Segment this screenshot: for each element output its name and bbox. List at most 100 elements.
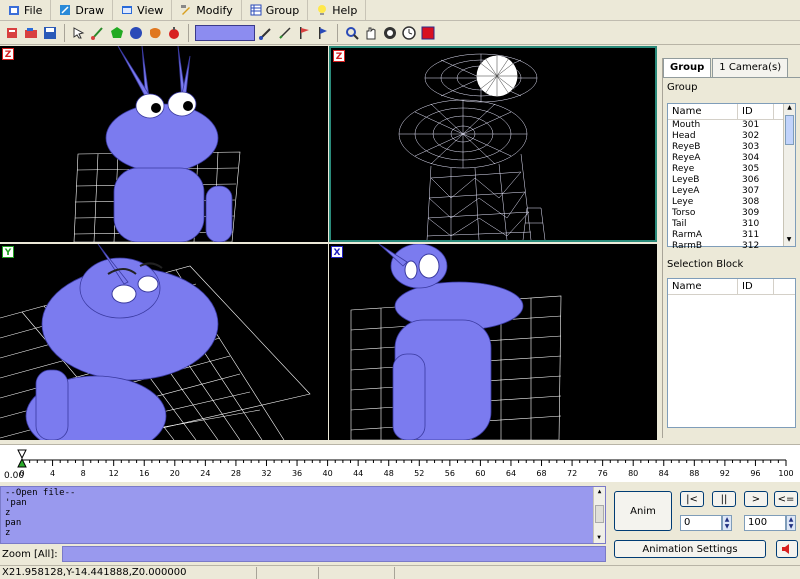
menu-file[interactable]: File: [0, 0, 52, 20]
group-list-header: Name ID: [668, 104, 795, 120]
end-frame-spinner[interactable]: ▲ ▼: [786, 515, 796, 531]
draw-icon: [59, 4, 71, 16]
timeline-tick-label: 48: [384, 469, 394, 478]
timeline[interactable]: 0 4 8 12 16 20 24 28 32 36 40 44 48 52 56 60 64 68 72 76 80 8…: [0, 444, 800, 482]
menu-view[interactable]: View: [113, 0, 173, 20]
first-frame-button[interactable]: |<: [680, 491, 704, 507]
scroll-up-icon[interactable]: ▲: [594, 487, 605, 497]
scroll-thumb[interactable]: [595, 505, 604, 523]
tab-cameras[interactable]: 1 Camera(s): [712, 58, 789, 77]
pause-button[interactable]: ||: [712, 491, 736, 507]
group-list[interactable]: Name ID Mouth 301 Head 302 ReyeB 303 ReyeA 304 R…: [667, 103, 796, 251]
flag-icon[interactable]: [296, 25, 312, 41]
timeline-tick-label: 8: [81, 469, 86, 478]
group-name: Mouth: [672, 120, 701, 130]
menu-draw[interactable]: Draw: [51, 0, 114, 20]
pan-hand-icon[interactable]: [363, 25, 379, 41]
list-item[interactable]: ReyeA 304: [668, 153, 795, 164]
group-icon: [250, 4, 262, 16]
group-list-scrollbar[interactable]: ▲ ▼: [783, 104, 795, 246]
column-id[interactable]: ID: [738, 104, 774, 119]
timer-icon[interactable]: [401, 25, 417, 41]
zoom-icon[interactable]: [344, 25, 360, 41]
scroll-down-icon[interactable]: ▼: [784, 236, 794, 246]
group-label: Group: [667, 82, 698, 93]
deform-icon[interactable]: [147, 25, 163, 41]
viewport-top-right[interactable]: Z: [329, 46, 657, 242]
sound-icon[interactable]: [776, 540, 798, 558]
list-item[interactable]: Mouth 301: [668, 120, 795, 131]
marker-icon[interactable]: [315, 25, 331, 41]
scroll-thumb[interactable]: [785, 115, 794, 145]
timeline-tick-label: 56: [445, 469, 455, 478]
viewport-scene-bottom-right: [350, 244, 562, 440]
help-icon: [316, 4, 328, 16]
timeline-tick-label: 16: [139, 469, 149, 478]
tab-group[interactable]: Group: [663, 58, 712, 77]
polygon-icon[interactable]: [109, 25, 125, 41]
record-icon[interactable]: [420, 25, 436, 41]
status-bar: X21.958128,Y-14.441888,Z0.000000: [0, 565, 800, 579]
timeline-tick-label: 100: [778, 469, 793, 478]
list-item[interactable]: Reye 305: [668, 164, 795, 175]
group-id: 307: [742, 186, 760, 196]
open-file-icon[interactable]: [23, 25, 39, 41]
viewport-bottom-right[interactable]: X: [329, 244, 657, 440]
menu-help[interactable]: Help: [308, 0, 367, 20]
timeline-tick-label: 60: [475, 469, 485, 478]
start-frame-spinner[interactable]: ▲ ▼: [722, 515, 732, 531]
color-swatch[interactable]: [195, 24, 255, 41]
menu-help-label: Help: [332, 3, 358, 17]
menu-modify[interactable]: Modify: [172, 0, 242, 20]
list-item[interactable]: Head 302: [668, 131, 795, 142]
group-name: Reye: [672, 164, 695, 174]
toolbar: [0, 21, 800, 45]
scroll-down-icon[interactable]: ▼: [594, 533, 604, 543]
list-item[interactable]: LeyeB 306: [668, 175, 795, 186]
selection-list[interactable]: Name ID: [667, 278, 796, 428]
timeline-tick-label: 88: [689, 469, 699, 478]
list-item[interactable]: Torso 309: [668, 208, 795, 219]
list-item[interactable]: Tail 310: [668, 219, 795, 230]
loop-button[interactable]: <=: [774, 491, 798, 507]
file-icon: [8, 4, 20, 16]
console-line: pan: [5, 518, 22, 528]
column-name[interactable]: Name: [668, 104, 738, 119]
new-file-icon[interactable]: [4, 25, 20, 41]
console-output[interactable]: --Open file--'pan z pan z ▲ ▼: [0, 486, 606, 544]
anim-button[interactable]: Anim: [614, 491, 672, 531]
list-item[interactable]: Leye 308: [668, 197, 795, 208]
group-id: 303: [742, 142, 760, 152]
list-item[interactable]: RarmA 311: [668, 230, 795, 241]
select-icon[interactable]: [71, 25, 87, 41]
menu-bar: File Draw View Modify Group Help: [0, 0, 800, 21]
column-id[interactable]: ID: [738, 279, 774, 294]
menu-draw-label: Draw: [75, 3, 105, 17]
list-item[interactable]: ReyeB 303: [668, 142, 795, 153]
playhead-marker-icon[interactable]: [17, 449, 27, 460]
menu-group[interactable]: Group: [242, 0, 309, 20]
console-line: z: [5, 528, 11, 538]
list-item[interactable]: RarmB 312: [668, 241, 795, 252]
console-scrollbar[interactable]: ▲ ▼: [593, 487, 605, 543]
group-id: 311: [742, 230, 760, 240]
zoom-command-input[interactable]: [61, 546, 606, 562]
bomb-icon[interactable]: [166, 25, 182, 41]
scroll-up-icon[interactable]: ▲: [784, 104, 795, 114]
start-frame-input[interactable]: 0: [680, 515, 722, 531]
timeline-tick-label: 92: [720, 469, 730, 478]
rotate-icon[interactable]: [382, 25, 398, 41]
brush-icon[interactable]: [258, 25, 274, 41]
draw-line-icon[interactable]: [90, 25, 106, 41]
viewport-top-left[interactable]: Z: [0, 46, 328, 242]
play-button[interactable]: >: [744, 491, 768, 507]
pen-icon[interactable]: [277, 25, 293, 41]
viewport-bottom-left[interactable]: Y: [0, 244, 328, 440]
timeline-tick-label: 24: [200, 469, 210, 478]
column-name[interactable]: Name: [668, 279, 738, 294]
sphere-icon[interactable]: [128, 25, 144, 41]
animation-settings-button[interactable]: Animation Settings: [614, 540, 766, 558]
list-item[interactable]: LeyeA 307: [668, 186, 795, 197]
save-icon[interactable]: [42, 25, 58, 41]
end-frame-input[interactable]: 100: [744, 515, 786, 531]
